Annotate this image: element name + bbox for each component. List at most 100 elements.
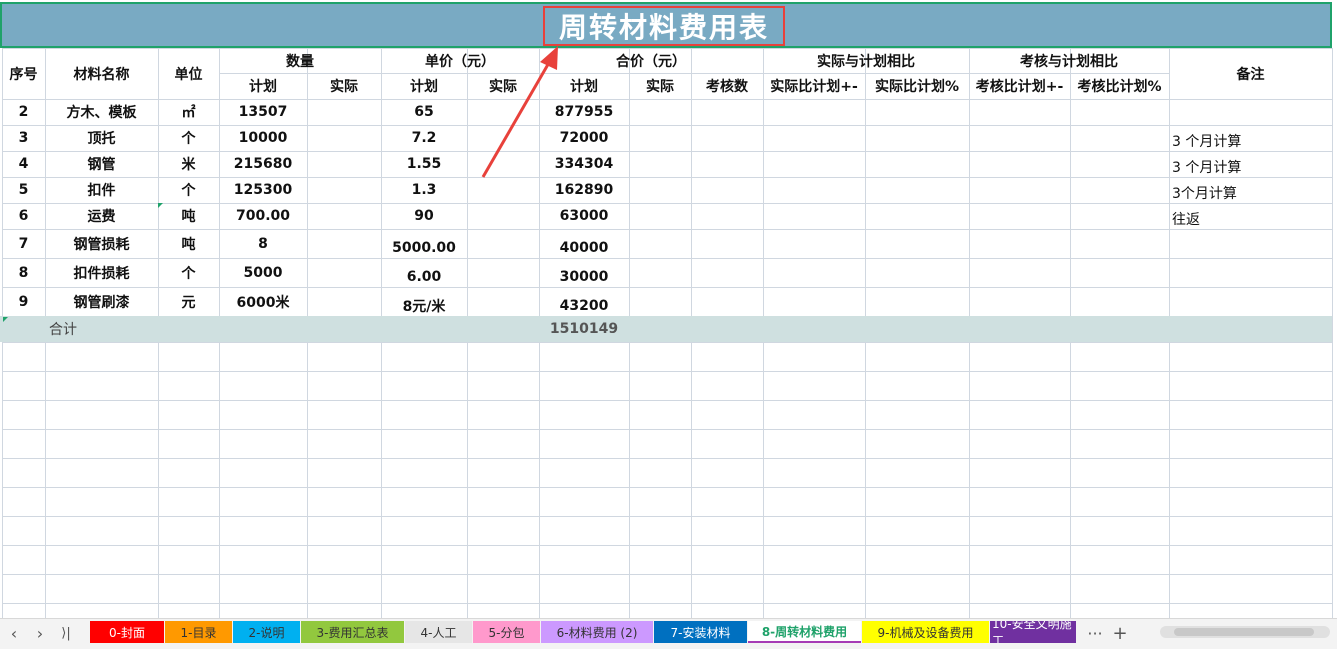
cell-name[interactable]: 扣件: [45, 177, 158, 203]
sheet-tab[interactable]: 6-材料费用 (2): [541, 621, 653, 643]
cell-remark[interactable]: 3 个月计算: [1169, 125, 1332, 151]
cell-name[interactable]: 方木、模板: [45, 99, 158, 125]
cell-name[interactable]: 钢管: [45, 151, 158, 177]
spreadsheet-area[interactable]: 周转材料费用表 序号 材料名称 单位 数量 计划 实际 单价（元） 计划 实际 …: [0, 0, 1337, 618]
grid-row-line: [2, 487, 1332, 488]
last-sheet-button[interactable]: ⟩|: [56, 623, 76, 643]
header-qty-actual[interactable]: 实际: [307, 73, 381, 99]
grid-row-line: [2, 400, 1332, 401]
cell-seq[interactable]: 6: [2, 203, 45, 229]
cell-seq[interactable]: 5: [2, 177, 45, 203]
header-price-plan[interactable]: 计划: [381, 73, 467, 99]
grid-row-line: [2, 545, 1332, 546]
header-qty[interactable]: 数量: [219, 48, 381, 73]
header-unit[interactable]: 单位: [158, 48, 219, 99]
cell-price-plan[interactable]: 1.3: [381, 177, 467, 203]
cell-price-plan[interactable]: 6.00: [381, 258, 467, 287]
sheet-tab-bar: ‹ › ⟩| 0-封面 1-目录 2-说明 3-费用汇总表 4-人工 5-分包 6-材料费用…: [0, 618, 1337, 649]
sheet-tab[interactable]: 2-说明: [233, 621, 300, 643]
cell-qty-plan[interactable]: 5000: [219, 258, 307, 287]
add-sheet-button[interactable]: +: [1110, 623, 1130, 644]
cell-unit[interactable]: 个: [158, 258, 219, 287]
cell-qty-plan[interactable]: 700.00: [219, 203, 307, 229]
cell-price-plan[interactable]: 8元/米: [381, 287, 467, 316]
sheet-tab[interactable]: 7-安装材料: [654, 621, 747, 643]
cell-seq[interactable]: 8: [2, 258, 45, 287]
cell-unit[interactable]: ㎡: [158, 99, 219, 125]
header-remark[interactable]: 备注: [1169, 48, 1332, 99]
more-sheets-button[interactable]: ···: [1085, 623, 1105, 643]
cell-remark[interactable]: [1169, 258, 1332, 287]
total-plan-value[interactable]: 1510149: [539, 316, 629, 342]
header-total-actual[interactable]: 实际: [629, 73, 691, 99]
cell-qty-plan[interactable]: 10000: [219, 125, 307, 151]
cell-seq[interactable]: 2: [2, 99, 45, 125]
cell-qty-plan[interactable]: 125300: [219, 177, 307, 203]
header-name[interactable]: 材料名称: [45, 48, 158, 99]
total-row-band: [0, 316, 1332, 342]
cell-name[interactable]: 钢管损耗: [45, 229, 158, 258]
cell-price-plan[interactable]: 7.2: [381, 125, 467, 151]
cell-qty-plan[interactable]: 215680: [219, 151, 307, 177]
cell-seq[interactable]: 7: [2, 229, 45, 258]
cell-unit[interactable]: 吨: [158, 203, 219, 229]
annotation-arrow: [481, 46, 558, 178]
cell-unit[interactable]: 个: [158, 177, 219, 203]
cell-total-plan[interactable]: 63000: [539, 203, 629, 229]
fill-indicator: [3, 317, 8, 322]
sheet-tab[interactable]: 0-封面: [90, 621, 164, 643]
cell-price-plan[interactable]: 65: [381, 99, 467, 125]
header-total-check[interactable]: 考核数: [691, 73, 763, 99]
sheet-tab[interactable]: 4-人工: [405, 621, 472, 643]
header-avp-pct[interactable]: 实际比计划%: [865, 73, 969, 99]
cell-name[interactable]: 顶托: [45, 125, 158, 151]
cell-remark[interactable]: [1169, 99, 1332, 125]
cell-remark[interactable]: 3个月计算: [1169, 177, 1332, 203]
cell-unit[interactable]: 吨: [158, 229, 219, 258]
sheet-title[interactable]: 周转材料费用表: [543, 6, 785, 46]
cell-remark[interactable]: 往返: [1169, 203, 1332, 229]
sheet-tab[interactable]: 1-目录: [165, 621, 232, 643]
next-sheet-button[interactable]: ›: [30, 623, 50, 643]
cell-qty-plan[interactable]: 8: [219, 229, 307, 258]
scroll-thumb[interactable]: [1174, 628, 1314, 636]
horizontal-scrollbar[interactable]: [1160, 626, 1330, 638]
cell-qty-plan[interactable]: 13507: [219, 99, 307, 125]
cell-unit[interactable]: 个: [158, 125, 219, 151]
cell-total-plan[interactable]: 43200: [539, 287, 629, 316]
cell-total-plan[interactable]: 30000: [539, 258, 629, 287]
header-seq[interactable]: 序号: [2, 48, 45, 99]
sheet-tab[interactable]: 9-机械及设备费用: [862, 621, 989, 643]
cell-name[interactable]: 钢管刷漆: [45, 287, 158, 316]
cell-name[interactable]: 扣件损耗: [45, 258, 158, 287]
total-label[interactable]: 合计: [45, 316, 158, 342]
cell-seq[interactable]: 4: [2, 151, 45, 177]
cell-seq[interactable]: 3: [2, 125, 45, 151]
cell-price-plan[interactable]: 90: [381, 203, 467, 229]
header-total[interactable]: 合价（元）: [539, 48, 763, 73]
grid-row-line: [2, 574, 1332, 575]
cell-qty-plan[interactable]: 6000米: [219, 287, 307, 316]
header-avp-diff[interactable]: 实际比计划+-: [763, 73, 865, 99]
cell-remark[interactable]: [1169, 287, 1332, 316]
cell-price-plan[interactable]: 5000.00: [381, 229, 467, 258]
sheet-tab[interactable]: 3-费用汇总表: [301, 621, 404, 643]
sheet-tab[interactable]: 5-分包: [473, 621, 540, 643]
cell-remark[interactable]: 3 个月计算: [1169, 151, 1332, 177]
cell-name[interactable]: 运费: [45, 203, 158, 229]
sheet-tab[interactable]: 10-安全文明施工: [990, 621, 1076, 643]
header-cvp-pct[interactable]: 考核比计划%: [1070, 73, 1169, 99]
header-actual-vs-plan[interactable]: 实际与计划相比: [763, 48, 969, 73]
cell-seq[interactable]: 9: [2, 287, 45, 316]
prev-sheet-button[interactable]: ‹: [4, 623, 24, 643]
grid-col-line: [1332, 48, 1333, 618]
cell-unit[interactable]: 米: [158, 151, 219, 177]
header-qty-plan[interactable]: 计划: [219, 73, 307, 99]
header-cvp-diff[interactable]: 考核比计划+-: [969, 73, 1070, 99]
header-check-vs-plan[interactable]: 考核与计划相比: [969, 48, 1169, 73]
cell-unit[interactable]: 元: [158, 287, 219, 316]
cell-total-plan[interactable]: 40000: [539, 229, 629, 258]
sheet-tab[interactable]: 8-周转材料费用: [748, 621, 861, 643]
cell-remark[interactable]: [1169, 229, 1332, 258]
cell-price-plan[interactable]: 1.55: [381, 151, 467, 177]
